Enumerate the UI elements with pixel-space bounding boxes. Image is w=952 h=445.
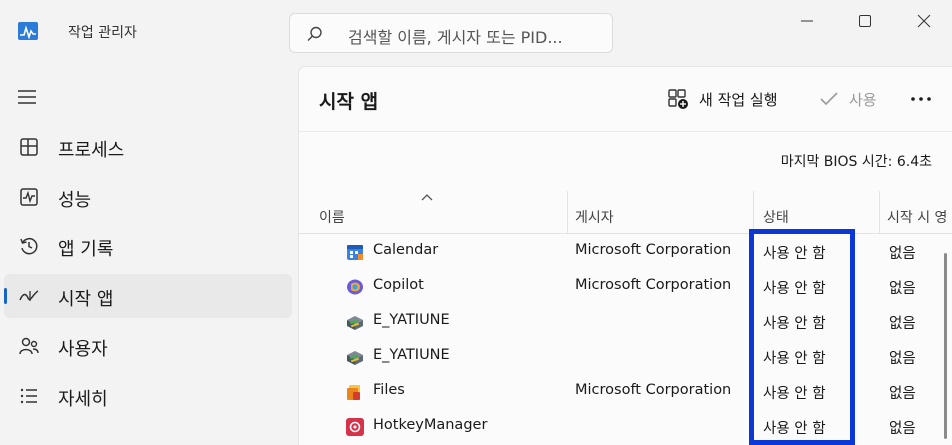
- copilot-icon: [347, 279, 363, 295]
- row-status: 사용 안 함: [763, 351, 826, 367]
- bios-time: 마지막 BIOS 시간: 6.4초: [781, 151, 932, 171]
- title-bar: 작업 관리자 검색할 이름, 게시자 또는 PID...: [0, 0, 952, 66]
- search-box[interactable]: 검색할 이름, 게시자 또는 PID...: [289, 13, 613, 53]
- row-status: 사용 안 함: [763, 281, 826, 297]
- hamburger-icon[interactable]: [16, 86, 38, 108]
- row-status: 사용 안 함: [763, 421, 826, 437]
- row-name: E_YATIUNE: [373, 347, 450, 363]
- window-title: 작업 관리자: [68, 25, 137, 41]
- minimize-button[interactable]: [787, 6, 827, 36]
- row-impact: 없음: [889, 246, 916, 262]
- row-name: HotkeyManager: [373, 417, 488, 433]
- close-icon: [917, 14, 931, 28]
- main-panel: 시작 앱 새 작업 실행 사용 마지막 BIOS 시간: 6.4초 이름 게시자: [298, 66, 952, 445]
- more-options-button[interactable]: [909, 87, 933, 111]
- users-icon: [19, 337, 39, 355]
- table-row[interactable]: Calendar Microsoft Corporation 사용 안 함 없음: [299, 234, 939, 269]
- performance-icon: [20, 188, 38, 206]
- row-publisher: Microsoft Corporation: [575, 382, 732, 398]
- sidebar-item-label: 앱 기록: [58, 239, 114, 260]
- new-task-icon: [668, 89, 688, 109]
- search-icon: [307, 26, 322, 41]
- toolbar-divider: [299, 131, 952, 132]
- sidebar-item-details[interactable]: 자세히: [4, 374, 292, 418]
- minimize-icon: [801, 20, 813, 22]
- printer-utility-icon: [347, 316, 363, 330]
- startup-apps-icon: [19, 290, 39, 301]
- files-app-icon: [347, 385, 360, 400]
- hotkey-manager-icon: [346, 418, 364, 436]
- more-icon: [911, 97, 931, 101]
- sidebar: 프로세스 성능 앱 기록 시작 앱 사용자 자세히: [0, 66, 298, 445]
- close-button[interactable]: [904, 6, 944, 36]
- search-input[interactable]: 검색할 이름, 게시자 또는 PID...: [348, 24, 563, 48]
- maximize-button[interactable]: [845, 6, 885, 36]
- sidebar-item-label: 프로세스: [58, 140, 125, 161]
- column-header-status[interactable]: 상태: [763, 207, 789, 227]
- printer-utility-icon: [347, 351, 363, 365]
- sidebar-item-label: 자세히: [58, 389, 108, 410]
- sidebar-item-startup-apps[interactable]: 시작 앱: [4, 274, 292, 318]
- column-header-publisher[interactable]: 게시자: [575, 207, 614, 227]
- bios-time-label: 마지막 BIOS 시간:: [780, 154, 893, 170]
- processes-icon: [20, 138, 38, 156]
- row-impact: 없음: [889, 386, 916, 402]
- column-separator[interactable]: [567, 191, 568, 233]
- page-title: 시작 앱: [319, 91, 379, 113]
- sidebar-item-app-history[interactable]: 앱 기록: [4, 224, 292, 268]
- table-row[interactable]: E_YATIUNE 사용 안 함 없음: [299, 304, 939, 339]
- sidebar-item-users[interactable]: 사용자: [4, 324, 292, 368]
- table-row[interactable]: Copilot Microsoft Corporation 사용 안 함 없음: [299, 269, 939, 304]
- sort-ascending-icon: [421, 194, 433, 201]
- sidebar-item-processes[interactable]: 프로세스: [4, 125, 292, 169]
- enable-button[interactable]: 사용: [819, 87, 877, 111]
- task-manager-icon: [18, 22, 38, 40]
- column-separator[interactable]: [879, 191, 880, 233]
- vertical-scrollbar[interactable]: [944, 253, 947, 439]
- row-publisher: Microsoft Corporation: [575, 277, 732, 293]
- row-status: 사용 안 함: [763, 246, 826, 262]
- table-row[interactable]: E_YATIUNE 사용 안 함 없음: [299, 339, 939, 374]
- sidebar-item-performance[interactable]: 성능: [4, 175, 292, 219]
- row-name: E_YATIUNE: [373, 312, 450, 328]
- row-impact: 없음: [889, 421, 916, 437]
- column-separator[interactable]: [753, 191, 754, 233]
- row-name: Copilot: [373, 277, 424, 293]
- checkmark-icon: [820, 92, 838, 106]
- row-publisher: Microsoft Corporation: [575, 242, 732, 258]
- row-impact: 없음: [889, 351, 916, 367]
- table-row[interactable]: HotkeyManager 사용 안 함 없음: [299, 409, 939, 444]
- calendar-app-icon: [347, 245, 363, 260]
- sidebar-item-label: 시작 앱: [58, 289, 114, 310]
- row-status: 사용 안 함: [763, 316, 826, 332]
- sidebar-item-label: 사용자: [58, 339, 108, 360]
- maximize-icon: [859, 15, 871, 27]
- app-history-icon: [20, 237, 38, 255]
- row-impact: 없음: [889, 316, 916, 332]
- bios-time-value: 6.4초: [896, 154, 932, 170]
- column-header-name[interactable]: 이름: [319, 207, 345, 227]
- details-icon: [20, 388, 37, 404]
- sidebar-item-label: 성능: [58, 190, 92, 211]
- enable-label: 사용: [849, 90, 877, 109]
- table-row[interactable]: Files Microsoft Corporation 사용 안 함 없음: [299, 374, 939, 409]
- row-impact: 없음: [889, 281, 916, 297]
- active-indicator: [4, 288, 7, 304]
- new-task-label: 새 작업 실행: [699, 90, 778, 109]
- column-header-startup-impact[interactable]: 시작 시 영: [887, 207, 947, 227]
- row-name: Calendar: [373, 242, 439, 258]
- row-name: Files: [373, 382, 405, 398]
- row-status: 사용 안 함: [763, 386, 826, 402]
- new-task-button[interactable]: 새 작업 실행: [667, 87, 778, 111]
